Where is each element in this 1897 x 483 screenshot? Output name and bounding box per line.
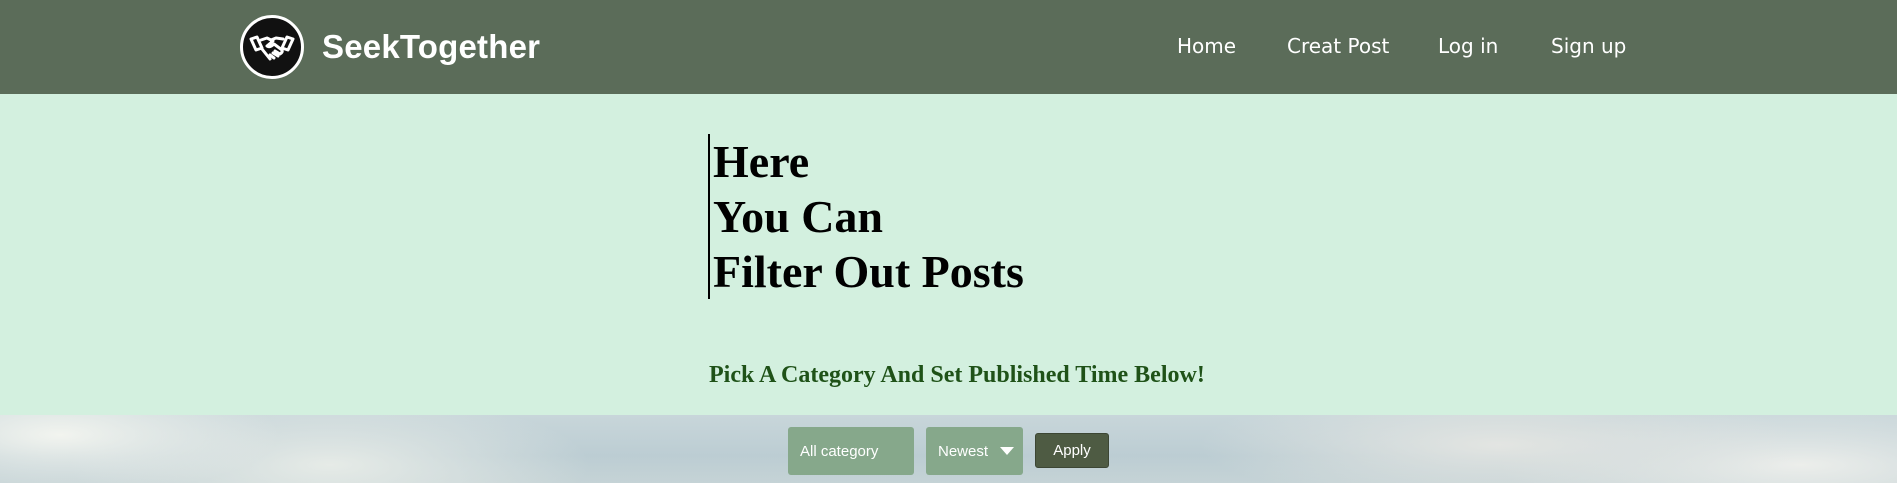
nav-home[interactable]: Home <box>1177 34 1236 58</box>
hero-line: You Can <box>713 191 884 242</box>
nav-log-in[interactable]: Log in <box>1438 34 1498 58</box>
hero-line: Here <box>713 136 810 187</box>
nav-sign-up[interactable]: Sign up <box>1551 34 1626 58</box>
time-select[interactable]: Newest <box>926 427 1023 475</box>
time-select-value: Newest <box>938 442 989 460</box>
chevron-down-icon <box>1000 447 1014 455</box>
nav-create-post[interactable]: Creat Post <box>1287 34 1389 58</box>
category-select-value: All category <box>800 442 879 460</box>
hero-line: Filter Out Posts <box>713 246 1024 297</box>
nav-links: Home Creat Post Log in Sign up <box>0 0 1897 94</box>
hero-heading: Here You Can Filter Out Posts <box>708 134 1024 299</box>
category-select[interactable]: All category <box>788 427 914 475</box>
apply-button[interactable]: Apply <box>1035 433 1109 468</box>
hero-subtitle: Pick A Category And Set Published Time B… <box>709 362 1205 388</box>
top-navbar: SeekTogether Home Creat Post Log in Sign… <box>0 0 1897 94</box>
